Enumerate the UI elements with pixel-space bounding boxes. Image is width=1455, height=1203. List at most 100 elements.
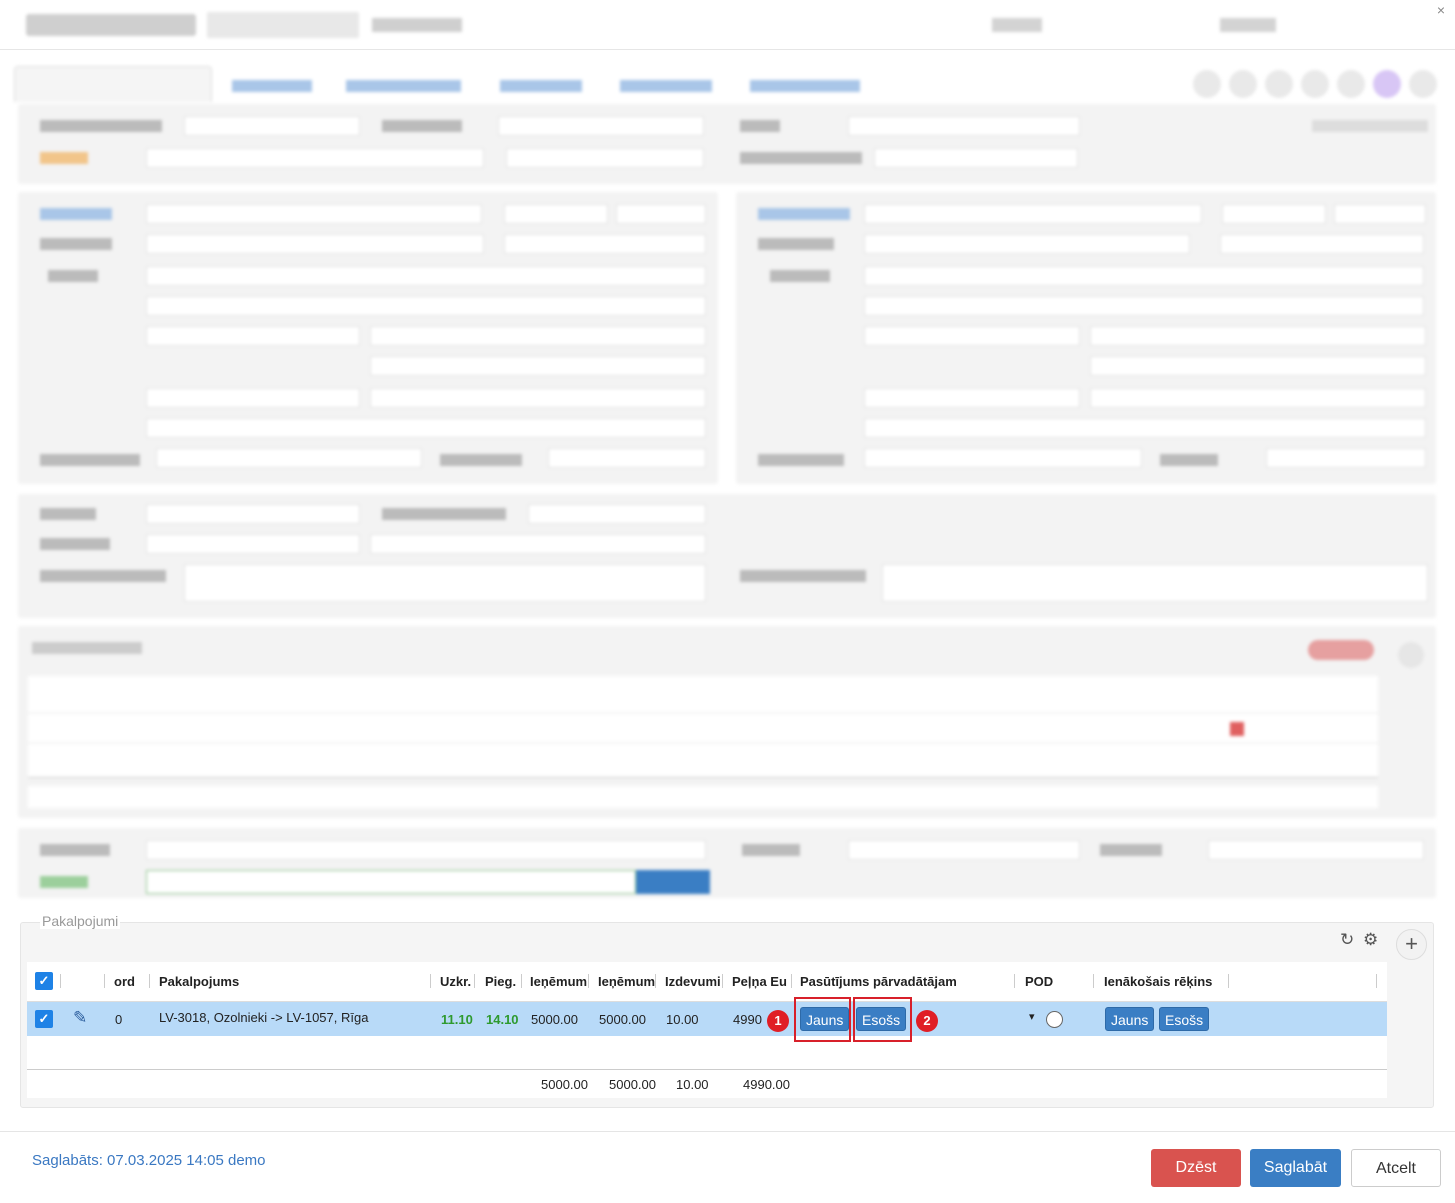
client-type-select[interactable] (498, 116, 704, 136)
pickup-time-from[interactable] (504, 204, 608, 224)
cargo-icons[interactable] (1308, 640, 1374, 660)
send-select[interactable] (1208, 840, 1424, 860)
delivery-workhours[interactable] (1090, 388, 1426, 408)
col-income-1[interactable]: Ieņēmum (530, 974, 587, 989)
contact-select[interactable] (506, 148, 704, 168)
pencil-icon[interactable]: ✎ (73, 1008, 87, 1028)
carrier-note-field[interactable] (184, 564, 706, 602)
table-row[interactable]: ✓ ✎ 0 LV-3018, Ozolnieki -> LV-1057, Rīg… (27, 1002, 1387, 1036)
sender-contact-select[interactable] (504, 234, 706, 254)
toolbar-icon-3[interactable] (1265, 70, 1293, 98)
unload-select[interactable] (864, 266, 1424, 286)
toolbar-icon-6[interactable] (1373, 70, 1401, 98)
pickup-phone[interactable] (146, 388, 360, 408)
pickup-city[interactable] (370, 326, 706, 346)
total-income-2: 5000.00 (609, 1077, 656, 1092)
footer-divider (0, 1131, 1455, 1132)
invoice-existing-button[interactable]: Esošs (1159, 1007, 1210, 1031)
toolbar-icon-2[interactable] (1229, 70, 1257, 98)
delivery-city[interactable] (1090, 326, 1426, 346)
invoice-new-button[interactable]: Jauns (1105, 1007, 1155, 1031)
multi-checkbox[interactable] (1312, 120, 1428, 132)
pickup-address[interactable] (146, 296, 706, 316)
gear-icon[interactable]: ⚙ (1363, 930, 1378, 949)
tab-4[interactable] (500, 80, 582, 92)
col-ord[interactable]: ord (114, 974, 135, 989)
col-pod[interactable]: POD (1025, 974, 1053, 989)
loading-select[interactable] (548, 448, 706, 468)
select-all-checkbox[interactable]: ✓ (35, 972, 53, 990)
pickup-date-field[interactable] (146, 204, 482, 224)
cargo-grid-row[interactable] (28, 714, 1378, 742)
toolbar-icon-1[interactable] (1193, 70, 1221, 98)
receiver-contact-select[interactable] (1220, 234, 1424, 254)
status-dropdown[interactable] (372, 18, 462, 32)
col-carrier-order[interactable]: Pasūtījums pārvadātājam (800, 974, 957, 989)
tab-3[interactable] (346, 80, 461, 92)
delivery-address[interactable] (864, 296, 1424, 316)
toolbar-icon-4[interactable] (1301, 70, 1329, 98)
delivery-note[interactable] (864, 418, 1426, 438)
internal-note-field[interactable] (882, 564, 1428, 602)
total-income-1: 5000.00 (541, 1077, 588, 1092)
pickup-workhours[interactable] (370, 388, 706, 408)
income-fields[interactable] (146, 840, 706, 860)
cargo-add-button[interactable] (1398, 642, 1424, 668)
col-expenses[interactable]: Izdevumi (665, 974, 721, 989)
toolbar-icon-5[interactable] (1337, 70, 1365, 98)
pod-radio[interactable] (1046, 1011, 1063, 1028)
close-icon[interactable]: × (1437, 2, 1445, 18)
invoice-button[interactable] (636, 870, 710, 894)
col-pieg[interactable]: Pieg. (485, 974, 516, 989)
cargo-delete-icon[interactable] (1230, 722, 1244, 736)
toolbar-icon-7[interactable] (1409, 70, 1437, 98)
cargo-grid-header (28, 676, 1378, 712)
col-income-2[interactable]: Ieņēmum (598, 974, 655, 989)
delivery-coordinates[interactable] (1090, 356, 1426, 376)
transport-select[interactable] (528, 504, 706, 524)
client-select[interactable] (146, 148, 484, 168)
unloading-label (1160, 454, 1218, 466)
delivery-phone[interactable] (864, 388, 1080, 408)
pickup-time-to[interactable] (616, 204, 706, 224)
unloading-select[interactable] (1266, 448, 1426, 468)
col-profit[interactable]: Peļņa Eu (732, 974, 787, 989)
attachment-select[interactable] (146, 534, 360, 554)
add-service-button[interactable]: + (1396, 929, 1427, 960)
refresh-icon[interactable]: ↻ (1340, 930, 1354, 949)
receiver-ref-label (758, 454, 844, 466)
client-ref-field[interactable] (874, 148, 1078, 168)
col-incoming-invoice[interactable]: Ienākošais rēķins (1104, 974, 1212, 989)
vehicle-select[interactable] (146, 504, 360, 524)
attachment-field[interactable] (370, 534, 706, 554)
delivery-time-to[interactable] (1334, 204, 1426, 224)
delivery-country[interactable] (864, 326, 1080, 346)
tab-2[interactable] (232, 80, 312, 92)
pickup-country[interactable] (146, 326, 360, 346)
delivery-time-from[interactable] (1222, 204, 1326, 224)
pickup-coordinates[interactable] (370, 356, 706, 376)
annotation-badge-2: 2 (916, 1010, 938, 1032)
col-service[interactable]: Pakalpojums (159, 974, 239, 989)
type-select[interactable] (848, 116, 1080, 136)
tab-general[interactable] (14, 66, 212, 102)
row-checkbox[interactable]: ✓ (35, 1010, 53, 1028)
order-date-field[interactable] (184, 116, 360, 136)
load-select[interactable] (146, 266, 706, 286)
pod-dropdown-icon[interactable]: ▾ (1029, 1010, 1035, 1023)
save-button[interactable]: Saglabāt (1250, 1149, 1341, 1187)
tab-5[interactable] (620, 80, 712, 92)
delete-button[interactable]: Dzēst (1151, 1149, 1241, 1187)
sender-select[interactable] (146, 234, 484, 254)
receiver-select[interactable] (864, 234, 1190, 254)
pickup-note[interactable] (146, 418, 706, 438)
terms-select[interactable] (848, 840, 1080, 860)
col-uzkr[interactable]: Uzkr. (440, 974, 471, 989)
delivery-date-field[interactable] (864, 204, 1202, 224)
tab-6[interactable] (750, 80, 860, 92)
invoice-field[interactable] (146, 870, 636, 894)
sender-ref-field[interactable] (156, 448, 422, 468)
client-type-label (382, 120, 462, 132)
cancel-button[interactable]: Atcelt (1351, 1149, 1441, 1187)
receiver-ref-field[interactable] (864, 448, 1142, 468)
